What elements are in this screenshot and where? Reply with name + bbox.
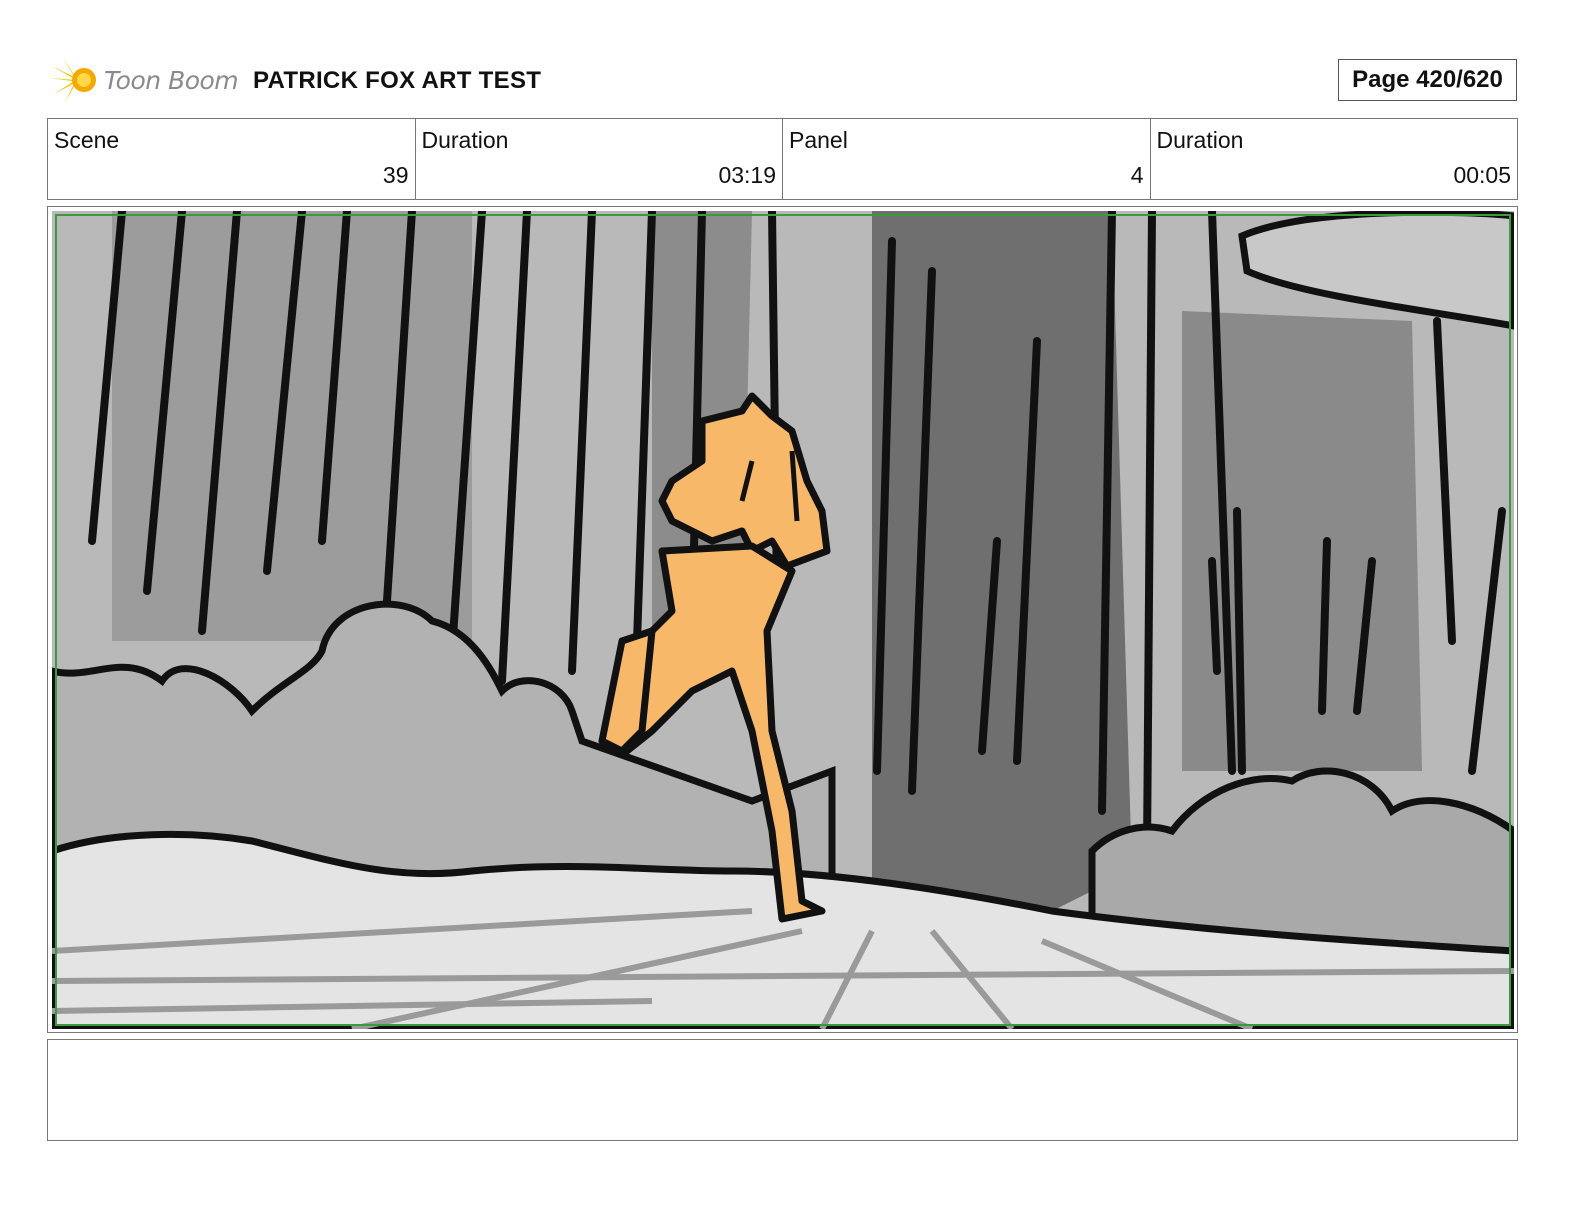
logo-wordmark: Toon Boom bbox=[104, 65, 239, 95]
project-title: PATRICK FOX ART TEST bbox=[253, 67, 542, 94]
panel-cell: Panel 4 bbox=[783, 119, 1151, 199]
panel-info-table: Scene 39 Duration 03:19 Panel 4 Duration… bbox=[47, 118, 1518, 200]
panel-duration-label: Duration bbox=[1156, 127, 1244, 153]
panel-notes-box bbox=[47, 1039, 1518, 1141]
scene-value: 39 bbox=[382, 162, 409, 188]
scene-duration-value: 03:19 bbox=[718, 162, 776, 188]
panel-duration-value: 00:05 bbox=[1453, 162, 1511, 188]
panel-image-frame bbox=[47, 206, 1518, 1033]
scene-cell: Scene 39 bbox=[48, 119, 416, 199]
scene-duration-label: Duration bbox=[421, 127, 509, 153]
sunburst-logo-icon bbox=[50, 56, 96, 104]
toon-boom-logo: Toon Boom bbox=[50, 52, 240, 108]
panel-duration-cell: Duration 00:05 bbox=[1151, 119, 1518, 199]
scene-label: Scene bbox=[54, 127, 120, 153]
storyboard-sketch-icon bbox=[52, 211, 1514, 1029]
scene-duration-cell: Duration 03:19 bbox=[416, 119, 783, 199]
page-number: Page 420/620 bbox=[1338, 59, 1517, 101]
panel-label: Panel bbox=[789, 127, 848, 153]
panel-value: 4 bbox=[1130, 162, 1144, 188]
